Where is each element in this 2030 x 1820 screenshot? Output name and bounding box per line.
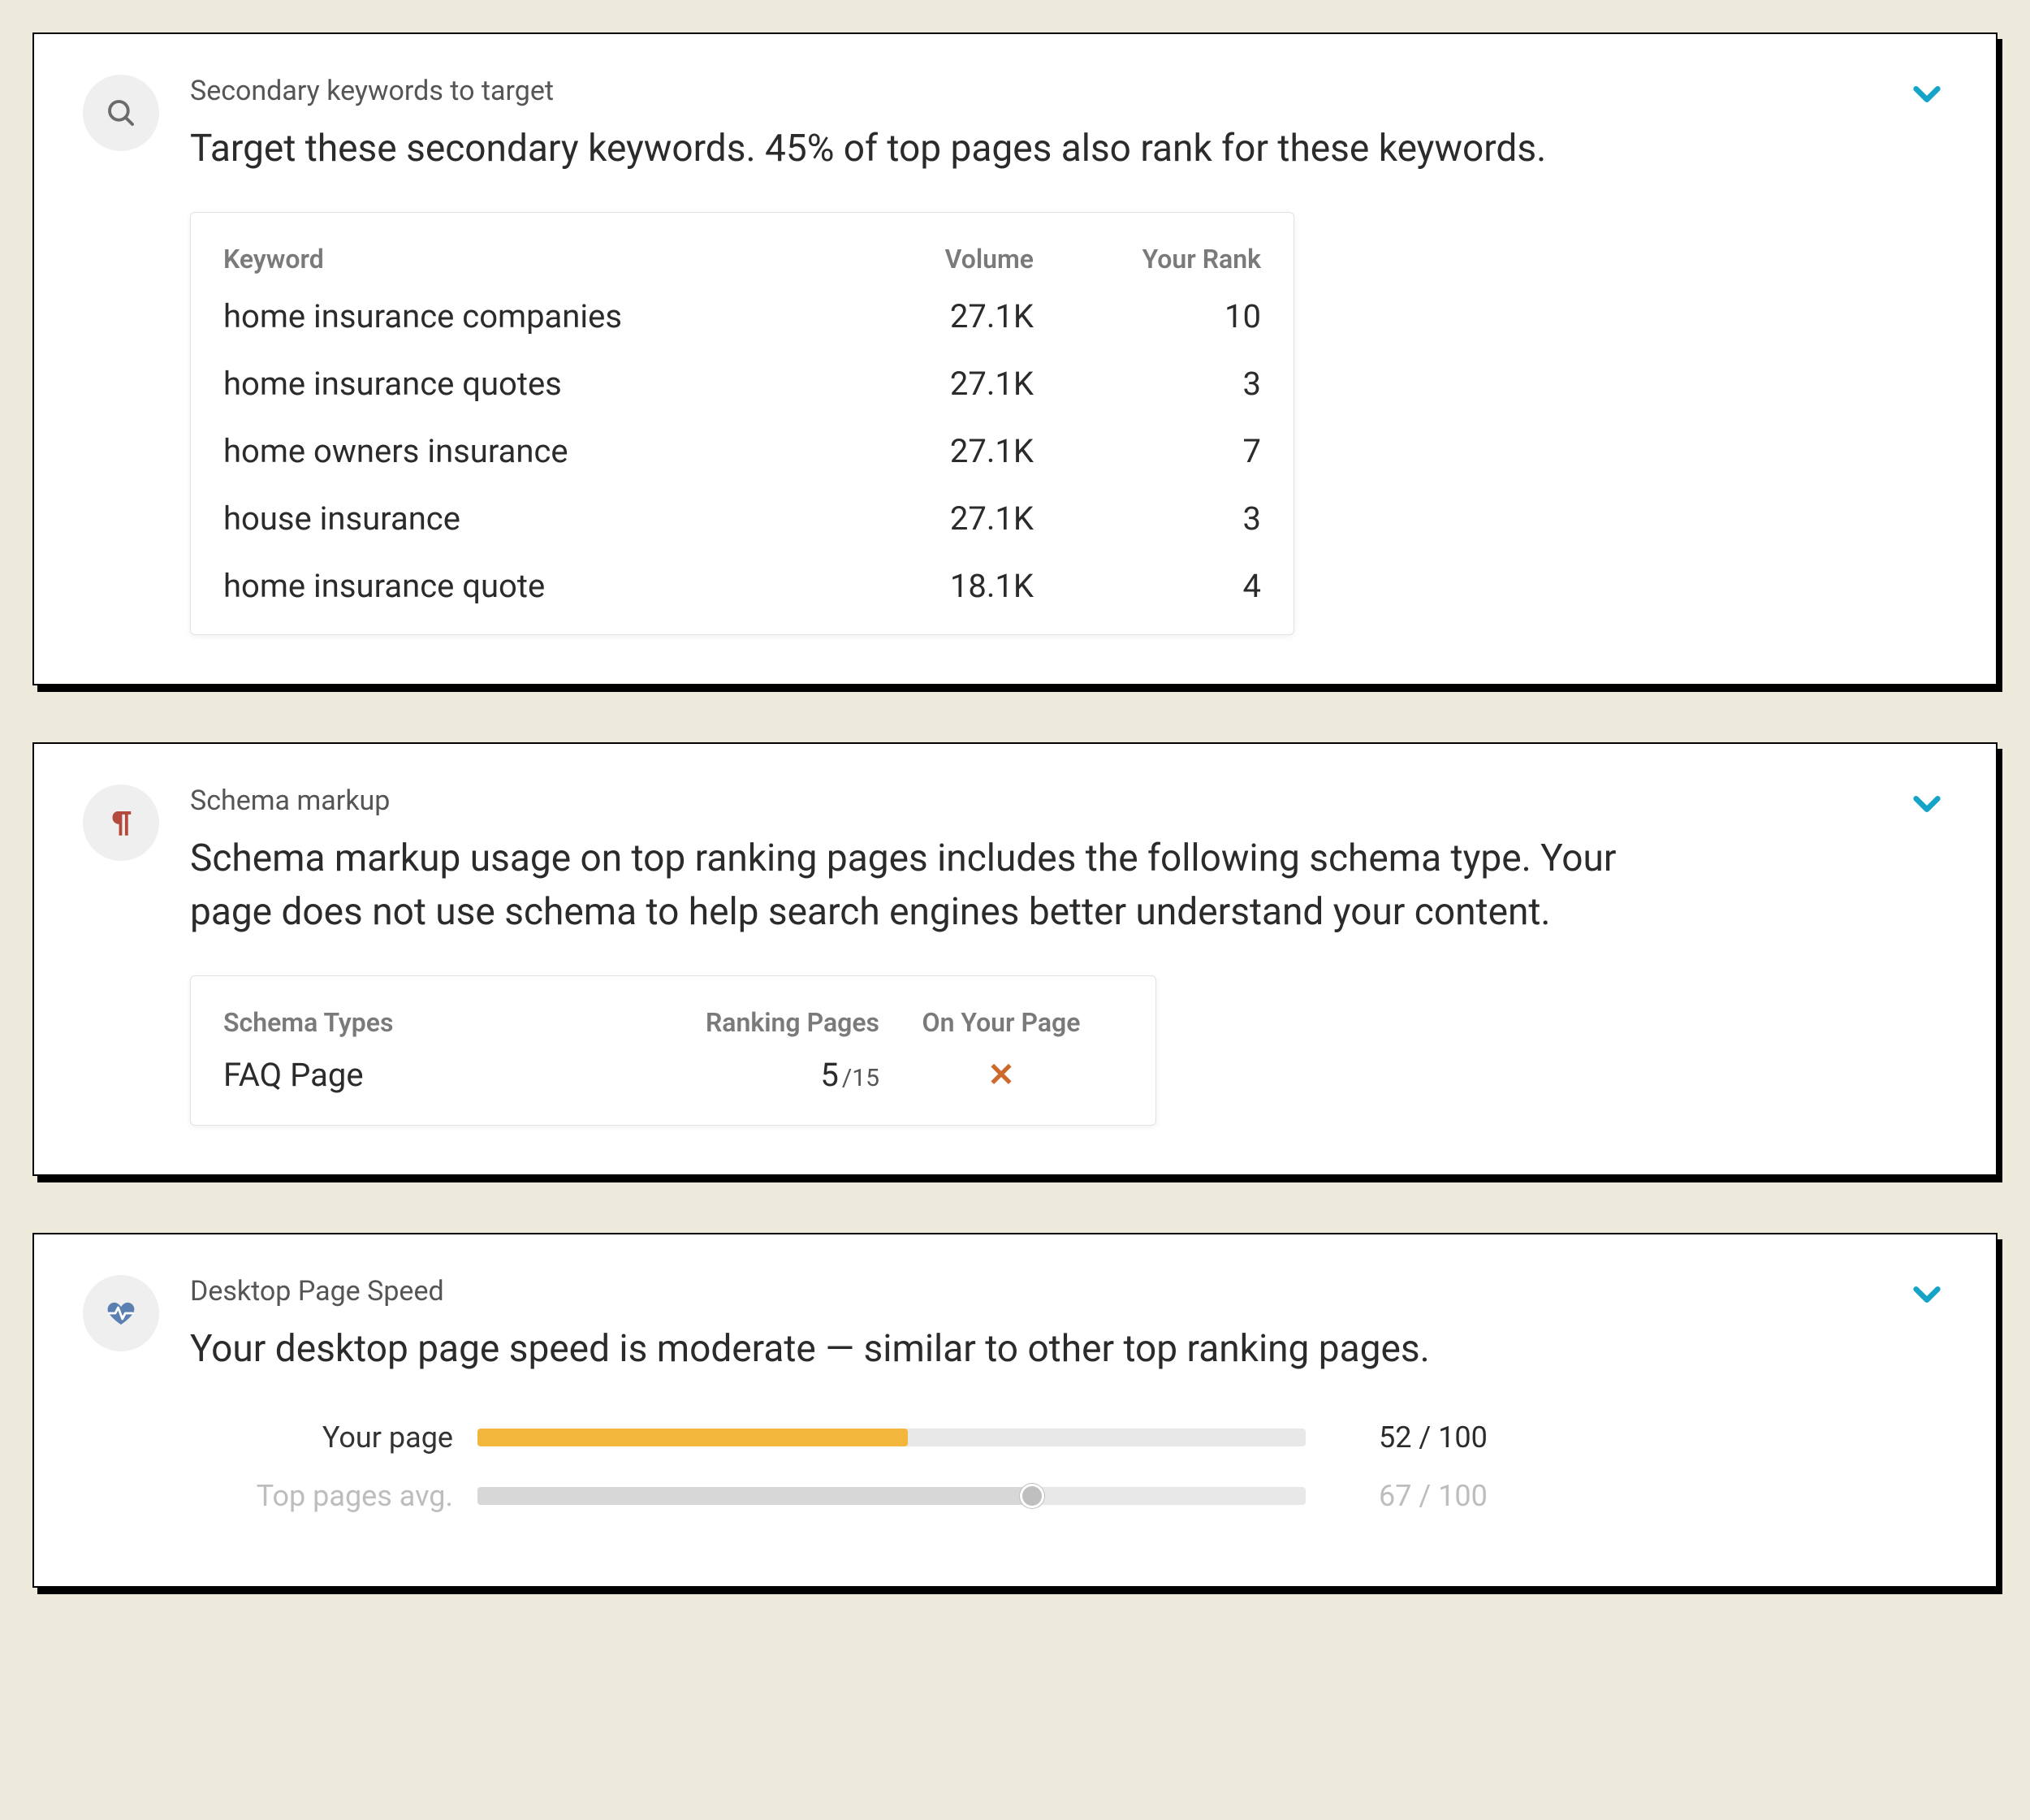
card-title: Desktop Page Speed	[190, 1275, 1947, 1308]
speed-bar-track	[477, 1487, 1306, 1505]
cell-schema-type: FAQ Page	[223, 1056, 587, 1094]
card-description: Target these secondary keywords. 45% of …	[190, 122, 1652, 176]
cell-rank: 3	[1034, 499, 1261, 538]
card-schema-markup: Schema markup Schema markup usage on top…	[32, 742, 1998, 1176]
table-header: Schema Types Ranking Pages On Your Page	[191, 988, 1155, 1044]
table-row: home insurance companies 27.1K 10	[191, 283, 1294, 350]
col-on-your-page: On Your Page	[879, 1007, 1123, 1038]
pilcrow-icon	[83, 785, 159, 861]
expand-toggle[interactable]	[1907, 1278, 1947, 1311]
speed-score: 67 / 100	[1330, 1479, 1541, 1513]
card-title: Secondary keywords to target	[190, 75, 1947, 107]
cell-keyword: home insurance quote	[223, 567, 823, 605]
card-description: Your desktop page speed is moderate — si…	[190, 1322, 1652, 1377]
cell-volume: 18.1K	[823, 567, 1034, 605]
speed-score: 52 / 100	[1330, 1420, 1541, 1455]
col-volume: Volume	[823, 244, 1034, 275]
speed-label: Your page	[209, 1420, 453, 1455]
speed-bar-track	[477, 1429, 1306, 1446]
schema-table: Schema Types Ranking Pages On Your Page …	[190, 975, 1156, 1126]
col-rank: Your Rank	[1034, 244, 1261, 275]
card-description: Schema markup usage on top ranking pages…	[190, 832, 1652, 940]
speed-label: Top pages avg.	[209, 1479, 453, 1513]
speed-bar-handle	[1020, 1484, 1044, 1508]
cell-volume: 27.1K	[823, 297, 1034, 335]
speed-row-top-pages: Top pages avg. 67 / 100	[209, 1479, 1541, 1513]
speed-bar-fill	[477, 1487, 1032, 1505]
table-row: FAQ Page 5/15 ✕	[191, 1044, 1155, 1105]
keyword-table: Keyword Volume Your Rank home insurance …	[190, 212, 1294, 635]
table-row: house insurance 27.1K 3	[191, 485, 1294, 552]
card-title: Schema markup	[190, 785, 1947, 817]
expand-toggle[interactable]	[1907, 78, 1947, 110]
speed-row-your-page: Your page 52 / 100	[209, 1420, 1541, 1455]
cell-ranking-pages: 5/15	[587, 1056, 879, 1094]
col-schema-types: Schema Types	[223, 1007, 587, 1038]
heartbeat-icon	[83, 1275, 159, 1351]
table-header: Keyword Volume Your Rank	[191, 224, 1294, 283]
cell-keyword: home insurance companies	[223, 297, 823, 335]
table-row: home owners insurance 27.1K 7	[191, 417, 1294, 485]
cell-volume: 27.1K	[823, 365, 1034, 403]
card-secondary-keywords: Secondary keywords to target Target thes…	[32, 32, 1998, 685]
cell-rank: 7	[1034, 432, 1261, 470]
cell-volume: 27.1K	[823, 432, 1034, 470]
cell-keyword: house insurance	[223, 499, 823, 538]
table-row: home insurance quote 18.1K 4	[191, 552, 1294, 620]
speed-bar-fill	[477, 1429, 908, 1446]
col-ranking-pages: Ranking Pages	[587, 1007, 879, 1038]
card-desktop-page-speed: Desktop Page Speed Your desktop page spe…	[32, 1233, 1998, 1588]
cell-keyword: home insurance quotes	[223, 365, 823, 403]
cell-rank: 4	[1034, 567, 1261, 605]
expand-toggle[interactable]	[1907, 788, 1947, 820]
x-icon: ✕	[987, 1056, 1015, 1094]
speed-bars: Your page 52 / 100 Top pages avg. 67 / 1…	[209, 1420, 1541, 1513]
col-keyword: Keyword	[223, 244, 823, 275]
search-icon	[83, 75, 159, 151]
cell-volume: 27.1K	[823, 499, 1034, 538]
cell-on-your-page: ✕	[879, 1056, 1123, 1094]
cell-rank: 3	[1034, 365, 1261, 403]
cell-rank: 10	[1034, 297, 1261, 335]
table-row: home insurance quotes 27.1K 3	[191, 350, 1294, 417]
cell-keyword: home owners insurance	[223, 432, 823, 470]
